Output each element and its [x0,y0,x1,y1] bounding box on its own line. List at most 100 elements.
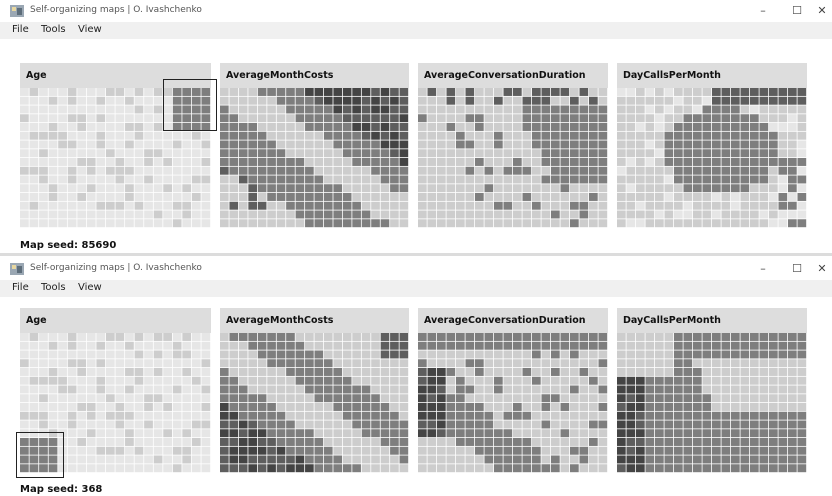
som-cell[interactable] [560,341,570,350]
som-cell[interactable] [579,464,589,473]
som-cell[interactable] [220,210,229,219]
som-cell[interactable] [617,438,626,446]
som-cell[interactable] [134,376,144,385]
som-cell[interactable] [702,376,712,385]
som-cell[interactable] [759,359,769,368]
som-cell[interactable] [67,114,77,123]
som-cell[interactable] [267,429,276,438]
som-cell[interactable] [29,88,39,96]
som-panel-averagemonthcosts[interactable]: AverageMonthCosts [220,63,409,228]
som-cell[interactable] [172,420,182,429]
som-cell[interactable] [380,420,390,429]
som-cell[interactable] [589,105,598,114]
som-cell[interactable] [352,123,361,131]
som-cell[interactable] [238,114,248,123]
som-cell[interactable] [683,193,693,201]
som-cell[interactable] [617,333,626,341]
som-cell[interactable] [342,376,352,385]
som-cell[interactable] [58,96,67,105]
som-cell[interactable] [153,341,163,350]
som-cell[interactable] [589,149,598,158]
som-cell[interactable] [465,201,475,210]
som-cell[interactable] [626,333,636,341]
som-cell[interactable] [465,105,475,114]
som-cell[interactable] [636,114,645,123]
som-cell[interactable] [201,201,211,210]
som-cell[interactable] [105,385,115,394]
som-cell[interactable] [314,201,324,210]
som-cell[interactable] [503,201,513,210]
som-cell[interactable] [115,333,125,341]
som-cell[interactable] [39,403,48,411]
som-cell[interactable] [750,175,759,184]
som-cell[interactable] [427,333,437,341]
som-cell[interactable] [446,411,456,420]
som-cell[interactable] [503,114,513,123]
som-cell[interactable] [125,140,134,149]
som-cell[interactable] [153,438,163,446]
som-cell[interactable] [96,184,106,193]
som-cell[interactable] [201,385,211,394]
som-cell[interactable] [437,446,446,455]
som-cell[interactable] [712,149,721,158]
som-cell[interactable] [20,131,29,140]
som-cell[interactable] [371,88,380,96]
som-cell[interactable] [446,193,456,201]
som-cell[interactable] [702,166,712,175]
som-cell[interactable] [163,158,172,166]
som-cell[interactable] [484,140,494,149]
som-cell[interactable] [693,184,702,193]
som-cell[interactable] [541,158,551,166]
som-cell[interactable] [664,429,674,438]
som-cell[interactable] [503,184,513,193]
som-cell[interactable] [342,420,352,429]
som-cell[interactable] [740,166,750,175]
som-cell[interactable] [380,455,390,464]
som-cell[interactable] [115,394,125,403]
som-cell[interactable] [589,96,598,105]
som-cell[interactable] [702,96,712,105]
som-cell[interactable] [579,403,589,411]
som-cell[interactable] [797,333,807,341]
som-cell[interactable] [115,131,125,140]
som-cell[interactable] [276,411,286,420]
som-cell[interactable] [750,376,759,385]
som-cell[interactable] [560,394,570,403]
som-cell[interactable] [105,193,115,201]
som-cell[interactable] [20,359,29,368]
som-cell[interactable] [683,333,693,341]
som-cell[interactable] [67,210,77,219]
som-cell[interactable] [427,201,437,210]
som-cell[interactable] [295,368,305,376]
som-cell[interactable] [617,175,626,184]
som-cell[interactable] [314,429,324,438]
som-cell[interactable] [67,123,77,131]
som-cell[interactable] [380,341,390,350]
som-cell[interactable] [522,193,532,201]
som-cell[interactable] [390,341,399,350]
som-cell[interactable] [664,201,674,210]
som-cell[interactable] [153,123,163,131]
som-cell[interactable] [67,420,77,429]
som-cell[interactable] [712,411,721,420]
menu-view[interactable]: View [78,282,102,293]
som-cell[interactable] [418,446,427,455]
som-cell[interactable] [390,385,399,394]
som-cell[interactable] [664,350,674,359]
som-cell[interactable] [333,394,343,403]
som-cell[interactable] [67,464,77,473]
som-cell[interactable] [86,368,96,376]
som-cell[interactable] [513,140,522,149]
som-cell[interactable] [759,219,769,228]
som-cell[interactable] [125,376,134,385]
som-cell[interactable] [86,131,96,140]
som-cell[interactable] [626,359,636,368]
som-cell[interactable] [77,175,87,184]
som-cell[interactable] [522,411,532,420]
som-cell[interactable] [750,420,759,429]
som-cell[interactable] [153,210,163,219]
som-cell[interactable] [683,341,693,350]
som-cell[interactable] [163,219,172,228]
som-cell[interactable] [58,140,67,149]
som-cell[interactable] [77,131,87,140]
